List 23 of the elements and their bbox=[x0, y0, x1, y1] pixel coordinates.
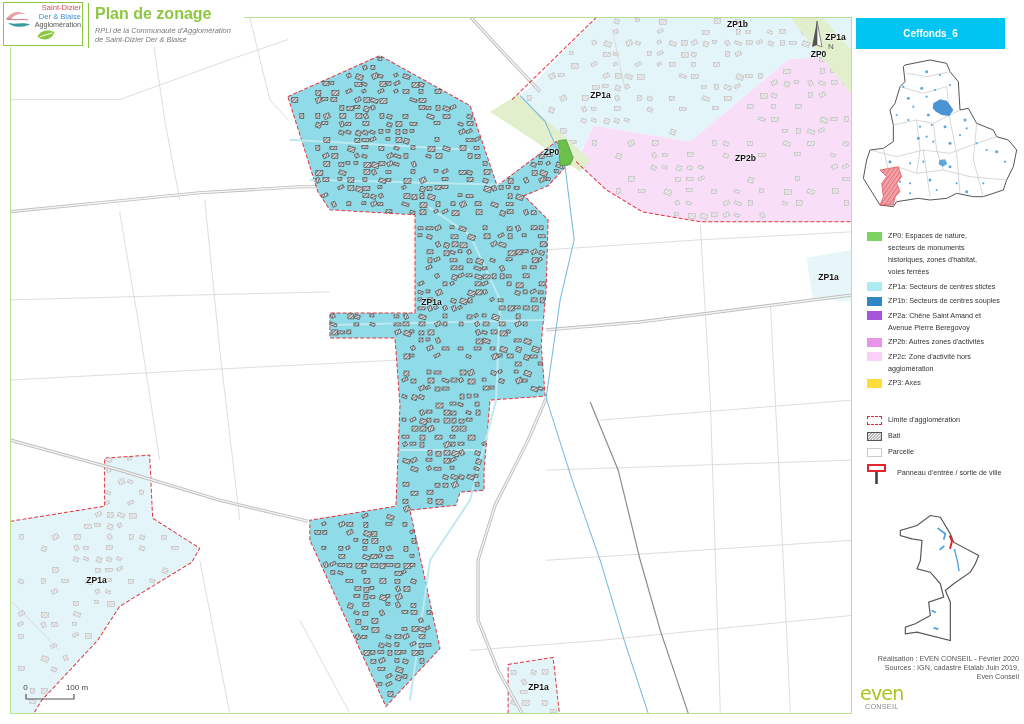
scale-start-label: 0 bbox=[23, 683, 28, 692]
zone-label: ZP1a bbox=[825, 31, 846, 42]
zone-label: ZP0 bbox=[810, 48, 827, 59]
north-arrow-icon bbox=[811, 21, 823, 47]
leaf-icon bbox=[36, 29, 56, 42]
scale-bar-icon bbox=[25, 694, 75, 700]
map-title: Plan de zonage bbox=[95, 5, 213, 23]
zone-label: ZP1a bbox=[86, 574, 107, 585]
zone-label: ZP0 bbox=[543, 146, 560, 157]
parcel-line bbox=[11, 599, 60, 651]
swirl-logo-icon bbox=[5, 9, 31, 29]
zone-label: ZP1a bbox=[590, 89, 611, 100]
parcel-line bbox=[611, 29, 626, 90]
zone-area bbox=[806, 249, 851, 302]
zone-label: ZP1a bbox=[528, 681, 549, 692]
north-label: N bbox=[828, 42, 834, 51]
commune-title-bar: Ceffonds_6 bbox=[856, 18, 1005, 49]
scale-end-label: 100 m bbox=[65, 683, 89, 692]
zone-label: ZP1b bbox=[727, 19, 748, 29]
logo-wordmark: even bbox=[860, 684, 904, 703]
zone-label: ZP2b bbox=[735, 152, 756, 163]
zone-label: ZP1a bbox=[818, 271, 839, 282]
zone-label: ZP1a bbox=[421, 296, 442, 307]
